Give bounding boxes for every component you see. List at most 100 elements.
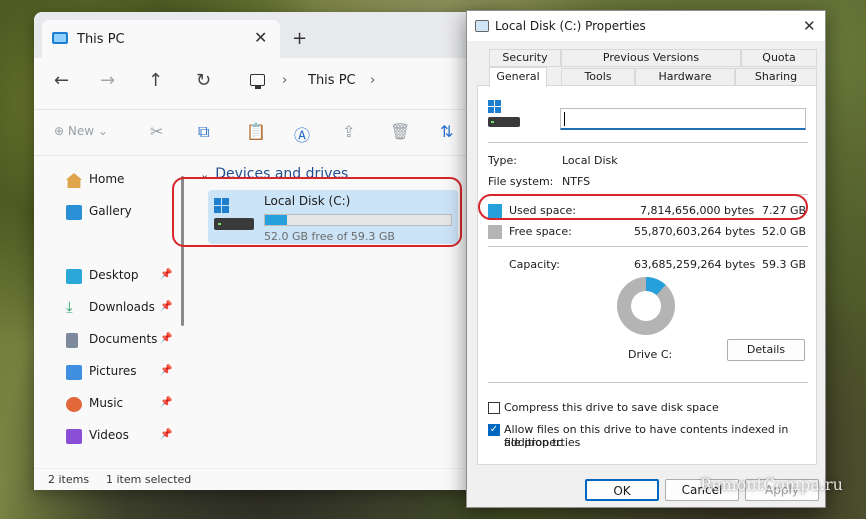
general-tab-panel: Type: Local Disk File system: NTFS Used …: [477, 85, 817, 465]
tab-previous-versions[interactable]: Previous Versions: [561, 49, 741, 67]
sidebar-item-gallery[interactable]: Gallery: [66, 202, 186, 224]
sidebar-item-music[interactable]: Music 📌: [66, 394, 186, 416]
chevron-right-icon[interactable]: ›: [370, 73, 375, 88]
pictures-icon: [66, 365, 82, 380]
pin-icon[interactable]: 📌: [160, 429, 172, 440]
free-space-label: Free space:: [509, 225, 572, 238]
tab-title: This PC: [77, 32, 125, 47]
sidebar-item-label: Desktop: [89, 268, 139, 282]
pin-icon[interactable]: 📌: [160, 301, 172, 312]
tab-tools[interactable]: Tools: [561, 68, 635, 86]
pin-icon[interactable]: 📌: [160, 397, 172, 408]
properties-dialog: Local Disk (C:) Properties ✕ Security Pr…: [466, 10, 826, 508]
sidebar-item-downloads[interactable]: ⤓ Downloads 📌: [66, 298, 186, 320]
tab-hardware[interactable]: Hardware: [635, 68, 735, 86]
pin-icon[interactable]: 📌: [160, 365, 172, 376]
copy-icon[interactable]: ⧉: [198, 122, 209, 142]
free-space-gb: 52.0 GB: [762, 225, 807, 238]
drive-name-input[interactable]: [560, 108, 806, 130]
pin-icon[interactable]: 📌: [160, 269, 172, 280]
chevron-right-icon: ›: [282, 73, 288, 88]
sidebar-item-label: Documents: [89, 332, 158, 346]
free-space-bytes: 55,870,603,264 bytes: [634, 225, 756, 238]
share-icon[interactable]: ⇪: [342, 122, 355, 141]
sidebar-item-label: Videos: [89, 428, 129, 442]
capacity-label: Capacity:: [509, 258, 560, 271]
close-tab-icon[interactable]: ✕: [254, 28, 267, 47]
pin-icon[interactable]: 📌: [160, 333, 172, 344]
videos-icon: [66, 429, 82, 444]
sidebar-item-label: Home: [89, 172, 125, 186]
close-icon[interactable]: ✕: [803, 17, 816, 35]
new-tab-button[interactable]: +: [292, 28, 307, 49]
paste-icon[interactable]: 📋: [246, 122, 266, 141]
status-bar: 2 items 1 item selected: [34, 468, 500, 490]
up-arrow-icon[interactable]: ↑: [148, 70, 163, 91]
status-item-count: 2 items: [48, 473, 90, 486]
monitor-icon: [250, 74, 265, 86]
tab-security[interactable]: Security: [489, 49, 561, 67]
highlight-used-space-annotation: [478, 194, 808, 220]
type-label: Type:: [488, 154, 517, 167]
dialog-title-bar[interactable]: Local Disk (C:) Properties ✕: [467, 11, 825, 41]
index-checkbox[interactable]: ✓: [488, 424, 500, 436]
text-caret: [564, 112, 565, 126]
disk-usage-pie-chart: [617, 277, 675, 335]
desktop-icon: [66, 269, 82, 284]
tab-general[interactable]: General: [489, 67, 547, 87]
rename-icon[interactable]: Ⓐ: [294, 122, 310, 146]
index-label-line2[interactable]: file properties: [504, 436, 580, 449]
delete-icon[interactable]: 🗑: [390, 122, 410, 141]
navigation-pane: Home Gallery Desktop 📌 ⤓ Downloads 📌 Doc…: [34, 156, 188, 468]
tab-sharing[interactable]: Sharing: [735, 68, 817, 86]
breadcrumb-this-pc[interactable]: This PC: [308, 73, 356, 88]
back-arrow-icon[interactable]: ←: [54, 70, 69, 91]
divider: [488, 142, 808, 143]
sidebar-item-label: Music: [89, 396, 124, 410]
compress-label[interactable]: Compress this drive to save disk space: [504, 401, 719, 414]
sort-icon[interactable]: ⇅: [440, 122, 453, 141]
downloads-icon: ⤓: [66, 298, 73, 316]
gallery-icon: [66, 205, 82, 220]
sidebar-item-videos[interactable]: Videos 📌: [66, 426, 186, 448]
chevron-down-icon: ⌄: [97, 124, 108, 138]
home-icon: [66, 173, 82, 188]
ok-button[interactable]: OK: [585, 479, 659, 501]
sidebar-item-pictures[interactable]: Pictures 📌: [66, 362, 186, 384]
command-bar: ⊕ New ⌄ ✂ ⧉ 📋 Ⓐ ⇪ 🗑 ⇅: [34, 110, 500, 156]
cut-icon[interactable]: ✂: [150, 122, 163, 141]
sidebar-item-label: Pictures: [89, 364, 137, 378]
tab-this-pc[interactable]: This PC ✕: [42, 20, 280, 58]
forward-arrow-icon[interactable]: →: [100, 70, 115, 91]
compress-checkbox[interactable]: [488, 402, 500, 414]
address-bar-row: ← → ↑ ↻ › This PC ›: [34, 58, 500, 110]
capacity-bytes: 63,685,259,264 bytes: [634, 258, 756, 271]
sidebar-item-label: Gallery: [89, 204, 132, 218]
dialog-title: Local Disk (C:) Properties: [495, 19, 646, 33]
music-icon: [66, 397, 82, 412]
details-button[interactable]: Details: [727, 339, 805, 361]
this-pc-icon: [52, 32, 68, 44]
free-space-swatch: [488, 225, 502, 239]
drive-icon: [475, 20, 489, 32]
sidebar-item-documents[interactable]: Documents 📌: [66, 330, 186, 352]
tab-strip: This PC ✕ +: [34, 12, 500, 58]
watermark-text: RemontCompa.ru: [700, 475, 843, 494]
monitor-stand-icon: [255, 86, 261, 89]
new-button[interactable]: ⊕ New ⌄: [54, 124, 108, 138]
refresh-icon[interactable]: ↻: [196, 70, 211, 91]
documents-icon: [66, 333, 78, 348]
plus-circle-icon: ⊕: [54, 124, 65, 138]
pie-chart-hole: [631, 291, 661, 321]
file-system-value: NTFS: [562, 175, 591, 188]
drive-letter-label: Drive C:: [628, 348, 673, 361]
sidebar-item-home[interactable]: Home: [66, 170, 186, 192]
divider: [488, 382, 808, 383]
breadcrumb[interactable]: › This PC ›: [244, 68, 484, 98]
capacity-gb: 59.3 GB: [762, 258, 807, 271]
tab-quota[interactable]: Quota: [741, 49, 817, 67]
sidebar-item-label: Downloads: [89, 300, 155, 314]
new-button-label: New: [67, 124, 95, 138]
sidebar-item-desktop[interactable]: Desktop 📌: [66, 266, 186, 288]
status-selection: 1 item selected: [106, 473, 192, 486]
